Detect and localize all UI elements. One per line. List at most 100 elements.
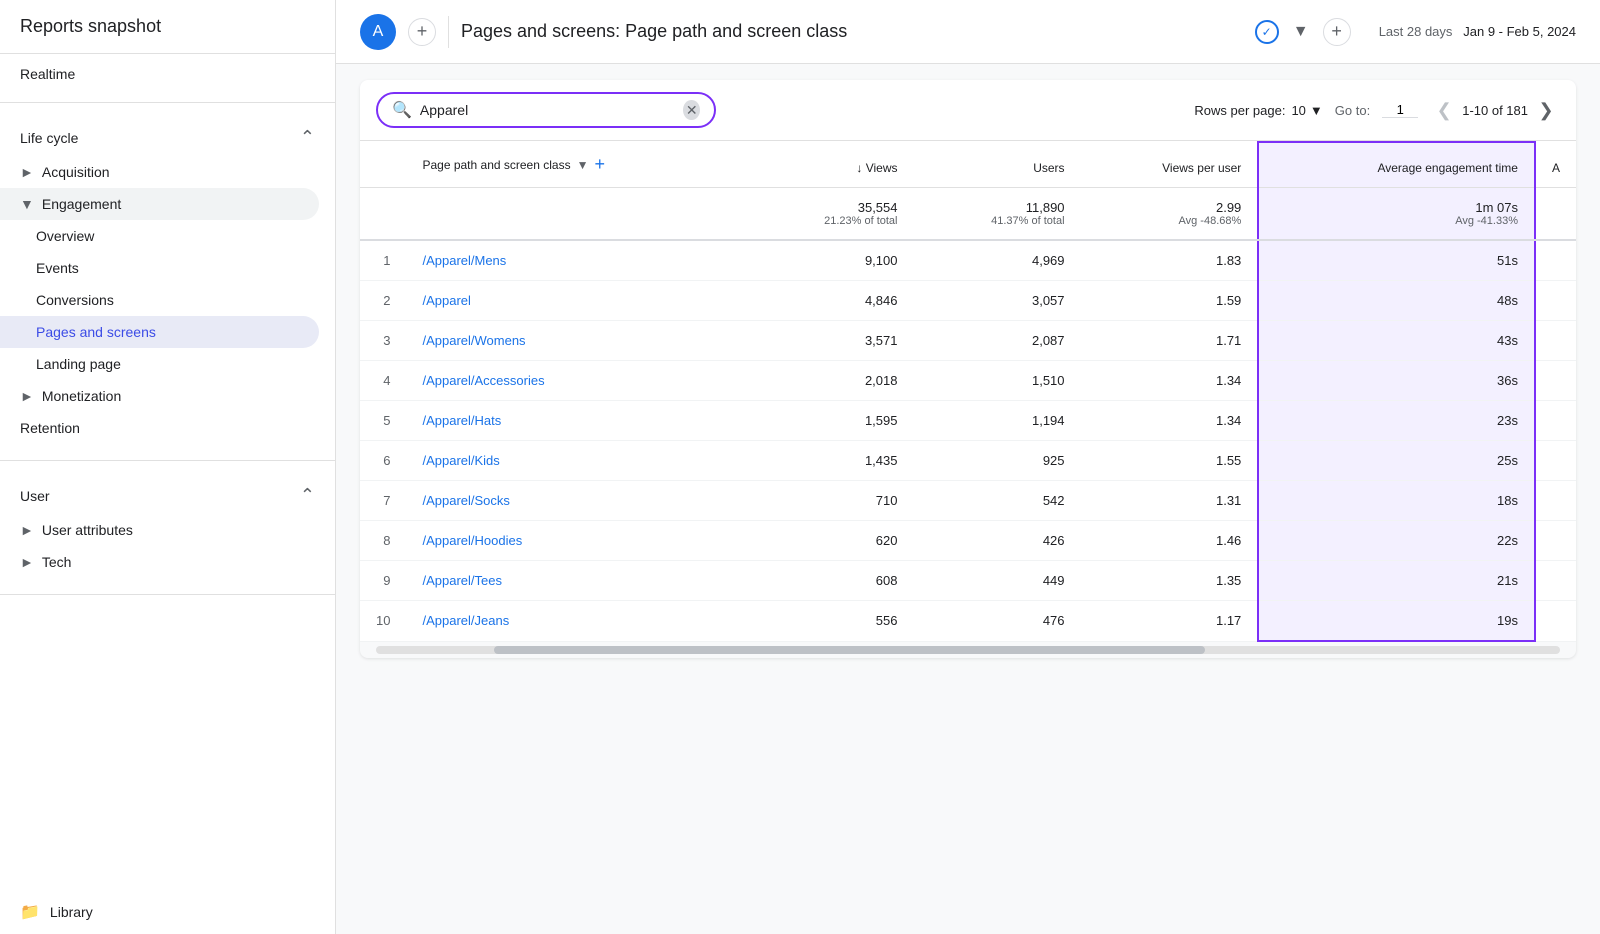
row-views-per-user: 1.59	[1081, 281, 1259, 321]
row-views: 608	[746, 561, 913, 601]
add-comparison-button[interactable]: +	[1323, 18, 1351, 46]
table-row: 9 /Apparel/Tees 608 449 1.35 21s	[360, 561, 1576, 601]
row-extra	[1535, 361, 1576, 401]
row-views-per-user: 1.35	[1081, 561, 1259, 601]
title-dropdown-button[interactable]: ▼	[1287, 18, 1315, 46]
sidebar-item-library[interactable]: 📁 Library	[0, 890, 335, 934]
sidebar-item-engagement[interactable]: ▼ Engagement	[0, 188, 319, 220]
row-extra	[1535, 240, 1576, 281]
row-avg-engagement: 25s	[1258, 441, 1535, 481]
row-views-per-user: 1.17	[1081, 601, 1259, 642]
sidebar-item-pages-and-screens[interactable]: Pages and screens	[0, 316, 319, 348]
col-avg-engagement-header[interactable]: Average engagement time	[1258, 142, 1535, 188]
chevron-right-icon: ►	[20, 164, 34, 180]
conversions-label: Conversions	[36, 292, 114, 308]
sidebar-item-monetization[interactable]: ► Monetization	[0, 380, 335, 412]
row-path[interactable]: /Apparel/Socks	[406, 481, 746, 521]
page-info: 1-10 of 181	[1462, 103, 1528, 118]
row-rank: 5	[360, 401, 406, 441]
summary-views: 35,554 21.23% of total	[746, 188, 913, 241]
row-views-per-user: 1.34	[1081, 361, 1259, 401]
row-rank: 3	[360, 321, 406, 361]
search-box: 🔍 ✕	[376, 92, 716, 128]
row-users: 426	[914, 521, 1081, 561]
table-row: 1 /Apparel/Mens 9,100 4,969 1.83 51s	[360, 240, 1576, 281]
row-views: 2,018	[746, 361, 913, 401]
overview-label: Overview	[36, 228, 94, 244]
table-controls: 🔍 ✕ Rows per page: 10 ▼ Go to:	[360, 80, 1576, 141]
lifecycle-header[interactable]: Life cycle ⌃	[0, 119, 335, 156]
retention-label: Retention	[20, 420, 80, 436]
row-path[interactable]: /Apparel/Tees	[406, 561, 746, 601]
chevron-right-icon-mon: ►	[20, 388, 34, 404]
row-extra	[1535, 561, 1576, 601]
col-views-per-user-header[interactable]: Views per user	[1081, 142, 1259, 188]
user-attributes-label: User attributes	[42, 522, 133, 538]
row-views: 556	[746, 601, 913, 642]
goto-input[interactable]	[1382, 102, 1418, 118]
row-users: 542	[914, 481, 1081, 521]
row-rank: 2	[360, 281, 406, 321]
clear-search-button[interactable]: ✕	[683, 100, 700, 120]
row-path[interactable]: /Apparel/Womens	[406, 321, 746, 361]
sidebar-item-conversions[interactable]: Conversions	[0, 284, 319, 316]
row-views: 620	[746, 521, 913, 561]
row-extra	[1535, 521, 1576, 561]
row-users: 4,969	[914, 240, 1081, 281]
row-avg-engagement: 48s	[1258, 281, 1535, 321]
col-users-header[interactable]: Users	[914, 142, 1081, 188]
row-avg-engagement: 18s	[1258, 481, 1535, 521]
row-users: 476	[914, 601, 1081, 642]
user-section: User ⌃ ► User attributes ► Tech	[0, 469, 335, 586]
next-page-button[interactable]: ❯	[1532, 96, 1560, 124]
row-rank: 10	[360, 601, 406, 642]
table-row: 8 /Apparel/Hoodies 620 426 1.46 22s	[360, 521, 1576, 561]
avatar[interactable]: A	[360, 14, 396, 50]
sidebar-item-overview[interactable]: Overview	[0, 220, 319, 252]
row-extra	[1535, 401, 1576, 441]
search-input[interactable]	[420, 102, 675, 118]
dimension-dropdown-icon[interactable]: ▼	[577, 158, 589, 172]
divider-3	[0, 594, 335, 595]
add-property-button[interactable]: +	[408, 18, 436, 46]
col-rank-header	[360, 142, 406, 188]
sidebar-item-acquisition[interactable]: ► Acquisition	[0, 156, 335, 188]
horizontal-scrollbar[interactable]	[376, 646, 1560, 654]
row-path[interactable]: /Apparel/Jeans	[406, 601, 746, 642]
row-path[interactable]: /Apparel/Hats	[406, 401, 746, 441]
row-path[interactable]: /Apparel/Kids	[406, 441, 746, 481]
table-row: 7 /Apparel/Socks 710 542 1.31 18s	[360, 481, 1576, 521]
scrollbar-thumb[interactable]	[494, 646, 1204, 654]
sidebar-item-tech[interactable]: ► Tech	[0, 546, 335, 578]
library-label: Library	[50, 904, 93, 920]
row-path[interactable]: /Apparel/Accessories	[406, 361, 746, 401]
sidebar-item-user-attributes[interactable]: ► User attributes	[0, 514, 335, 546]
sidebar-item-retention[interactable]: Retention	[0, 412, 319, 444]
user-label: User	[20, 488, 50, 504]
add-dimension-button[interactable]: +	[594, 154, 605, 175]
sidebar-item-realtime[interactable]: Realtime	[0, 54, 335, 94]
sidebar-item-landing-page[interactable]: Landing page	[0, 348, 319, 380]
row-views-per-user: 1.83	[1081, 240, 1259, 281]
prev-page-button[interactable]: ❮	[1430, 96, 1458, 124]
user-section-header[interactable]: User ⌃	[0, 477, 335, 514]
sidebar-item-events[interactable]: Events	[0, 252, 319, 284]
row-path[interactable]: /Apparel	[406, 281, 746, 321]
row-users: 2,087	[914, 321, 1081, 361]
row-avg-engagement: 21s	[1258, 561, 1535, 601]
chevron-right-icon-tech: ►	[20, 554, 34, 570]
row-views: 1,435	[746, 441, 913, 481]
rows-per-page-value: 10	[1291, 103, 1305, 118]
row-users: 449	[914, 561, 1081, 601]
row-path[interactable]: /Apparel/Hoodies	[406, 521, 746, 561]
col-views-header[interactable]: ↓ Views	[746, 142, 913, 188]
row-rank: 6	[360, 441, 406, 481]
views-col-label: Views	[866, 161, 898, 175]
row-path[interactable]: /Apparel/Mens	[406, 240, 746, 281]
row-views: 9,100	[746, 240, 913, 281]
row-extra	[1535, 601, 1576, 642]
col-dimension-header[interactable]: Page path and screen class ▼ +	[406, 142, 746, 188]
row-avg-engagement: 22s	[1258, 521, 1535, 561]
row-views-per-user: 1.71	[1081, 321, 1259, 361]
rows-per-page-select[interactable]: 10 ▼	[1291, 103, 1322, 118]
